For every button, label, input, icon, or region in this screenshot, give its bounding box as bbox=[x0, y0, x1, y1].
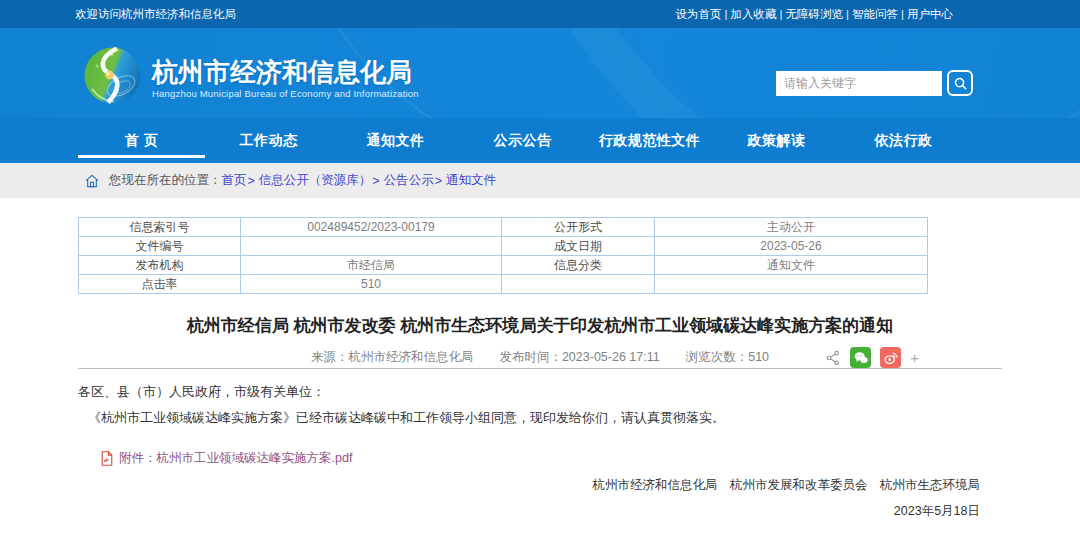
article-title: 杭州市经信局 杭州市发改委 杭州市生态环境局关于印发杭州市工业领域碳达峰实施方案… bbox=[78, 315, 1002, 337]
breadcrumb-separator: > bbox=[435, 174, 442, 188]
divider bbox=[78, 368, 1002, 369]
info-value: 主动公开 bbox=[655, 218, 928, 237]
nav-item-law-admin[interactable]: 依法行政 bbox=[840, 118, 967, 163]
site-brand[interactable]: 杭州市经济和信息化局 Hangzhou Municipal Bureau of … bbox=[84, 47, 419, 104]
top-link-favorite[interactable]: 加入收藏 bbox=[731, 7, 777, 22]
info-value bbox=[655, 275, 928, 294]
breadcrumb-prefix: 您现在所在的位置： bbox=[109, 172, 222, 189]
share-icon[interactable] bbox=[825, 350, 841, 366]
article-source: 来源：杭州市经济和信息化局 bbox=[311, 347, 474, 368]
top-link-separator: | bbox=[901, 8, 904, 20]
top-bar: 欢迎访问杭州市经济和信息化局 设为首页 | 加入收藏 | 无障碍浏览 | 智能问… bbox=[0, 0, 1080, 28]
paragraph: 《杭州市工业领域碳达峰实施方案》已经市碳达峰碳中和工作领导小组同意，现印发给你们… bbox=[78, 405, 1002, 431]
signature-block: 杭州市经济和信息化局 杭州市发展和改革委员会 杭州市生态环境局 2023年5月1… bbox=[78, 473, 1002, 524]
document-info-table: 信息索引号 002489452/2023-00179 公开形式 主动公开 文件编… bbox=[78, 217, 928, 294]
breadcrumb-separator: > bbox=[372, 174, 379, 188]
nav-item-regulatory-docs[interactable]: 行政规范性文件 bbox=[586, 118, 713, 163]
top-link-separator: | bbox=[846, 8, 849, 20]
table-row: 文件编号 成文日期 2023-05-26 bbox=[79, 237, 928, 256]
info-value: 通知文件 bbox=[655, 256, 928, 275]
info-label: 信息索引号 bbox=[79, 218, 241, 237]
info-label: 文件编号 bbox=[79, 237, 241, 256]
table-row: 发布机构 市经信局 信息分类 通知文件 bbox=[79, 256, 928, 275]
home-icon bbox=[84, 173, 100, 189]
article-views: 浏览次数：510 bbox=[686, 347, 769, 368]
pdf-icon bbox=[100, 451, 114, 466]
wechat-share-icon[interactable] bbox=[850, 347, 871, 368]
top-link-user-center[interactable]: 用户中心 bbox=[907, 7, 953, 22]
info-label: 发布机构 bbox=[79, 256, 241, 275]
info-label bbox=[502, 275, 655, 294]
signature-agencies: 杭州市经济和信息化局 杭州市发展和改革委员会 杭州市生态环境局 bbox=[78, 473, 980, 499]
site-subtitle: Hangzhou Municipal Bureau of Economy and… bbox=[152, 88, 419, 99]
top-link-accessibility[interactable]: 无障碍浏览 bbox=[786, 7, 844, 22]
info-label: 公开形式 bbox=[502, 218, 655, 237]
article-publish-time: 发布时间：2023-05-26 17:11 bbox=[499, 347, 659, 368]
welcome-text: 欢迎访问杭州市经济和信息化局 bbox=[75, 7, 236, 22]
site-title: 杭州市经济和信息化局 bbox=[152, 57, 419, 87]
info-value: 2023-05-26 bbox=[655, 237, 928, 256]
attachment-row: 附件：杭州市工业领域碳达峰实施方案.pdf bbox=[100, 450, 1002, 467]
signature-date: 2023年5月18日 bbox=[78, 499, 980, 525]
paragraph: 各区、县（市）人民政府，市级有关单位： bbox=[78, 379, 1002, 405]
bureau-logo-icon bbox=[84, 47, 141, 104]
page: 欢迎访问杭州市经济和信息化局 设为首页 | 加入收藏 | 无障碍浏览 | 智能问… bbox=[0, 0, 1080, 553]
brand-text: 杭州市经济和信息化局 Hangzhou Municipal Bureau of … bbox=[152, 57, 419, 99]
article-meta: 来源：杭州市经济和信息化局 发布时间：2023-05-26 17:11 浏览次数… bbox=[78, 347, 1002, 368]
top-link-separator: | bbox=[725, 8, 728, 20]
search-button[interactable] bbox=[947, 70, 973, 96]
nav-item-policy-interpretation[interactable]: 政策解读 bbox=[713, 118, 840, 163]
breadcrumb-separator: > bbox=[248, 174, 255, 188]
search-input[interactable] bbox=[776, 71, 942, 96]
breadcrumb-info-disclosure[interactable]: 信息公开（资源库） bbox=[259, 172, 372, 189]
info-value: 市经信局 bbox=[241, 256, 502, 275]
info-value: 002489452/2023-00179 bbox=[241, 218, 502, 237]
search-icon bbox=[953, 76, 968, 91]
nav-item-notices[interactable]: 通知文件 bbox=[332, 118, 459, 163]
breadcrumb-notices[interactable]: 通知文件 bbox=[446, 172, 496, 189]
article-body: 各区、县（市）人民政府，市级有关单位： 《杭州市工业领域碳达峰实施方案》已经市碳… bbox=[78, 379, 1002, 431]
info-label: 成文日期 bbox=[502, 237, 655, 256]
main-content: 信息索引号 002489452/2023-00179 公开形式 主动公开 文件编… bbox=[78, 217, 1002, 524]
nav-item-home[interactable]: 首 页 bbox=[78, 118, 205, 163]
info-value bbox=[241, 237, 502, 256]
breadcrumb: 您现在所在的位置： 首页 > 信息公开（资源库） > 公告公示 > 通知文件 bbox=[0, 163, 1080, 198]
table-row: 点击率 510 bbox=[79, 275, 928, 294]
top-link-separator: | bbox=[780, 8, 783, 20]
weibo-share-icon[interactable] bbox=[880, 347, 901, 368]
top-link-set-home[interactable]: 设为首页 bbox=[676, 7, 722, 22]
more-share-icon[interactable]: + bbox=[910, 349, 919, 366]
nav-item-announcements[interactable]: 公示公告 bbox=[459, 118, 586, 163]
breadcrumb-announcements[interactable]: 公告公示 bbox=[384, 172, 434, 189]
search-box bbox=[776, 70, 973, 96]
top-link-smart-qa[interactable]: 智能问答 bbox=[852, 7, 898, 22]
main-nav: 首 页 工作动态 通知文件 公示公告 行政规范性文件 政策解读 依法行政 bbox=[0, 118, 1080, 163]
nav-item-work-news[interactable]: 工作动态 bbox=[205, 118, 332, 163]
breadcrumb-home[interactable]: 首页 bbox=[222, 172, 247, 189]
info-label: 信息分类 bbox=[502, 256, 655, 275]
top-links: 设为首页 | 加入收藏 | 无障碍浏览 | 智能问答 | 用户中心 bbox=[676, 7, 954, 22]
info-value: 510 bbox=[241, 275, 502, 294]
table-row: 信息索引号 002489452/2023-00179 公开形式 主动公开 bbox=[79, 218, 928, 237]
site-header: 杭州市经济和信息化局 Hangzhou Municipal Bureau of … bbox=[0, 28, 1080, 118]
info-label: 点击率 bbox=[79, 275, 241, 294]
attachment-link[interactable]: 附件：杭州市工业领域碳达峰实施方案.pdf bbox=[119, 450, 352, 467]
share-icons: + bbox=[825, 347, 919, 368]
